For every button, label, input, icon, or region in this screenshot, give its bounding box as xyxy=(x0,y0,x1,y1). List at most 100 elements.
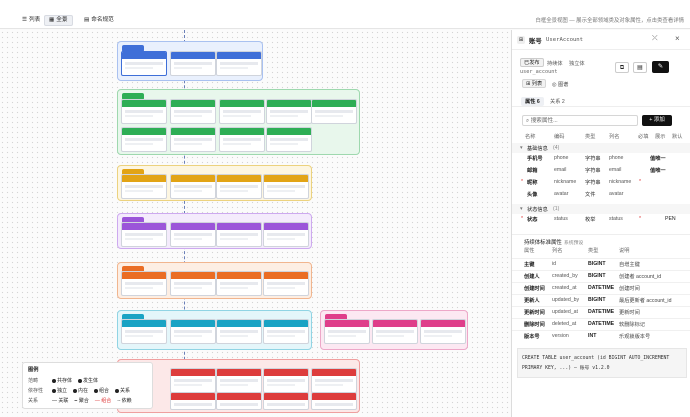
legend-item: ┅ 聚合 xyxy=(74,398,89,404)
attribute-row[interactable]: * 昵称 nickname 字符串 nickname * xyxy=(512,179,690,189)
col-header: 名称 xyxy=(525,134,536,140)
required-marker: * xyxy=(521,179,524,185)
class-card[interactable] xyxy=(216,319,262,344)
tab-relations[interactable]: 关系 2 xyxy=(550,98,565,105)
class-card[interactable] xyxy=(266,127,312,152)
legend-panel: 图例 范畴 共存体 发生体 依存性 独立 内在 组合 关系 关系 — 关联 ┅ … xyxy=(22,362,153,409)
class-card[interactable] xyxy=(263,222,309,247)
attr-name: 头像 xyxy=(527,192,538,198)
tab-panorama[interactable]: ▦ 全景 xyxy=(44,15,73,26)
section-title: 基础信息 xyxy=(527,146,548,152)
inherited-attr: 主键 xyxy=(524,262,535,268)
document-icon[interactable]: ▤ xyxy=(633,62,647,73)
class-card[interactable] xyxy=(170,392,216,410)
class-card[interactable] xyxy=(266,99,312,124)
class-card[interactable] xyxy=(324,319,370,344)
inherited-row: 更新人 updated_by BIGINT 最后更新者 account_id xyxy=(512,294,690,304)
class-icon: ⊞ xyxy=(517,36,525,44)
legend-item: — 关联 xyxy=(52,398,69,404)
inherited-attr: 创建时间 xyxy=(524,286,545,292)
attribute-search-input[interactable]: ⌕ 搜索属性... xyxy=(522,115,638,126)
panel-header: ⊞ 账号 UserAccount ⤫ × xyxy=(512,30,690,50)
tab-attributes[interactable]: 属性 6 xyxy=(521,97,544,106)
class-card[interactable] xyxy=(263,392,309,410)
class-card[interactable] xyxy=(121,271,167,296)
add-attribute-button[interactable]: + 添加 xyxy=(642,115,672,126)
inherited-attr: 版本号 xyxy=(524,334,540,340)
class-card-selected[interactable] xyxy=(121,51,167,76)
chevron-down-icon: ▾ xyxy=(520,206,523,212)
inherited-attr: 更新时间 xyxy=(524,310,545,316)
attr-code: email xyxy=(554,167,567,173)
legend-row-scope: 范畴 共存体 发生体 xyxy=(28,377,147,384)
class-card[interactable] xyxy=(216,368,262,393)
class-card[interactable] xyxy=(216,51,262,76)
legend-key: 范畴 xyxy=(28,378,39,384)
class-card[interactable] xyxy=(121,174,167,199)
copy-icon[interactable]: ⧉ xyxy=(615,62,629,73)
tab-list[interactable]: ☰ 列表 xyxy=(18,15,44,26)
attr-column: nickname xyxy=(609,179,632,185)
persistent-badge: 持续体 xyxy=(547,60,563,67)
class-card[interactable] xyxy=(263,319,309,344)
inherited-column: updated_by xyxy=(552,297,580,303)
class-card[interactable] xyxy=(121,99,167,124)
class-card[interactable] xyxy=(170,271,216,296)
view-list-button[interactable]: ⊞ 列表 xyxy=(522,79,547,88)
legend-title: 图例 xyxy=(28,367,39,373)
class-card[interactable] xyxy=(170,127,216,152)
legend-row-dependence: 依存性 独立 内在 组合 关系 xyxy=(28,387,147,394)
class-name-cn: 账号 xyxy=(529,38,542,45)
class-card[interactable] xyxy=(216,174,262,199)
attribute-row[interactable]: 手机号 phone 字符串 phone 值唯一 xyxy=(512,155,690,165)
class-card[interactable] xyxy=(219,99,265,124)
attribute-row[interactable]: * 状态 status 枚举 status * PEN xyxy=(512,216,690,226)
class-card[interactable] xyxy=(170,319,216,344)
attr-required: * xyxy=(639,179,642,185)
edit-button[interactable]: ✎ xyxy=(652,61,669,73)
attr-code: nickname xyxy=(554,179,577,185)
published-badge: 已发布 xyxy=(520,58,544,67)
col-header: 必填 xyxy=(638,134,649,140)
class-card[interactable] xyxy=(372,319,418,344)
class-card[interactable] xyxy=(121,222,167,247)
section-title: 状态信息 xyxy=(527,207,548,213)
class-card[interactable] xyxy=(170,174,216,199)
legend-item: 关系 xyxy=(115,387,130,394)
class-card[interactable] xyxy=(170,51,216,76)
col-header: 类型 xyxy=(588,248,599,254)
class-card[interactable] xyxy=(216,392,262,410)
class-card[interactable] xyxy=(121,127,167,152)
class-card[interactable] xyxy=(121,319,167,344)
view-graph-button[interactable]: ◎ 图谱 xyxy=(552,81,568,88)
attribute-row[interactable]: 邮箱 email 字符串 email 值唯一 xyxy=(512,167,690,177)
class-card[interactable] xyxy=(420,319,466,344)
inherited-column: version xyxy=(552,333,569,339)
inherited-table-header: 属性 列名 类型 说明 xyxy=(512,247,690,255)
col-header: 展示 xyxy=(655,134,666,140)
class-card[interactable] xyxy=(170,99,216,124)
collapse-icon[interactable]: ⤫ xyxy=(652,35,658,43)
close-icon[interactable]: × xyxy=(675,34,680,43)
class-card[interactable] xyxy=(219,127,265,152)
inherited-row: 创建时间 created_at DATETIME 创建时间 xyxy=(512,282,690,292)
attribute-row[interactable]: 头像 avatar 文件 avatar xyxy=(512,191,690,201)
section-basic-info[interactable]: ▾ 基础信息 (4) xyxy=(512,143,690,153)
class-card[interactable] xyxy=(263,368,309,393)
class-card[interactable] xyxy=(216,222,262,247)
class-card[interactable] xyxy=(263,271,309,296)
chevron-down-icon: ▾ xyxy=(520,145,523,151)
section-status-info[interactable]: ▾ 状态信息 (1) xyxy=(512,204,690,214)
attr-column: avatar xyxy=(609,191,624,197)
class-card[interactable] xyxy=(311,368,357,393)
tab-naming-label: 命名规范 xyxy=(91,17,114,23)
class-card[interactable] xyxy=(263,174,309,199)
class-card[interactable] xyxy=(311,392,357,410)
class-card[interactable] xyxy=(170,222,216,247)
class-card[interactable] xyxy=(311,99,357,124)
class-card[interactable] xyxy=(170,368,216,393)
search-icon: ⌕ xyxy=(526,118,530,124)
tab-naming[interactable]: ▤ 命名规范 xyxy=(80,15,118,26)
class-card[interactable] xyxy=(216,271,262,296)
inherited-row: 创建人 created_by BIGINT 创建者 account_id xyxy=(512,270,690,280)
